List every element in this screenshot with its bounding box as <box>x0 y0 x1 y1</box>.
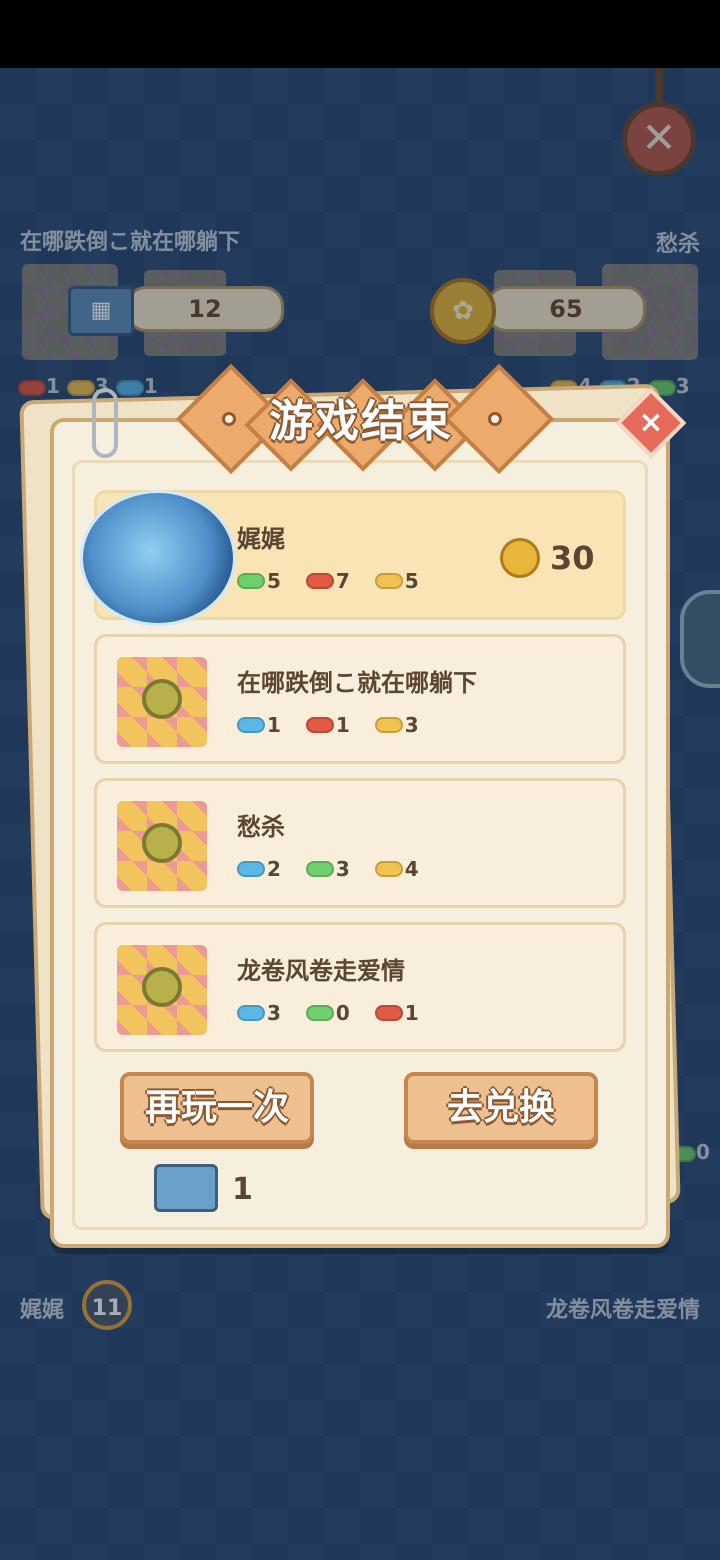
player-avatar <box>117 945 207 1035</box>
player-stats: 5 7 5 <box>237 567 437 593</box>
replay-button[interactable]: 再玩一次 <box>120 1072 314 1144</box>
player-name: 娓娓 <box>237 525 285 553</box>
clover-icon <box>142 967 182 1007</box>
exchange-button[interactable]: 去兑换 <box>404 1072 598 1144</box>
player-avatar <box>117 657 207 747</box>
player-stats: 3 0 1 <box>237 999 437 1025</box>
banner-dot <box>222 412 236 426</box>
banner-dot <box>488 412 502 426</box>
close-icon: × <box>638 405 664 440</box>
player-avatar <box>117 801 207 891</box>
result-row: 在哪跌倒こ就在哪躺下 1 1 3 <box>94 634 626 764</box>
player-name: 龙卷风卷走爱情 <box>237 957 405 985</box>
coin-reward: 30 <box>500 538 595 578</box>
map-ticket-icon <box>154 1164 218 1212</box>
status-bar <box>0 0 720 68</box>
clover-icon <box>142 679 182 719</box>
player-name: 在哪跌倒こ就在哪躺下 <box>237 669 477 697</box>
player-stats: 2 3 4 <box>237 855 437 881</box>
gold-coin-icon <box>500 538 540 578</box>
dialog-title: 游戏结束 <box>269 396 453 447</box>
paperclip-icon <box>92 388 118 458</box>
winner-avatar-shark <box>80 490 236 626</box>
clover-icon <box>142 823 182 863</box>
player-name: 愁杀 <box>237 813 285 841</box>
player-stats: 1 1 3 <box>237 711 437 737</box>
result-row: 愁杀 2 3 4 <box>94 778 626 908</box>
ticket-count: 1 <box>232 1172 253 1207</box>
result-row: 龙卷风卷走爱情 3 0 1 <box>94 922 626 1052</box>
